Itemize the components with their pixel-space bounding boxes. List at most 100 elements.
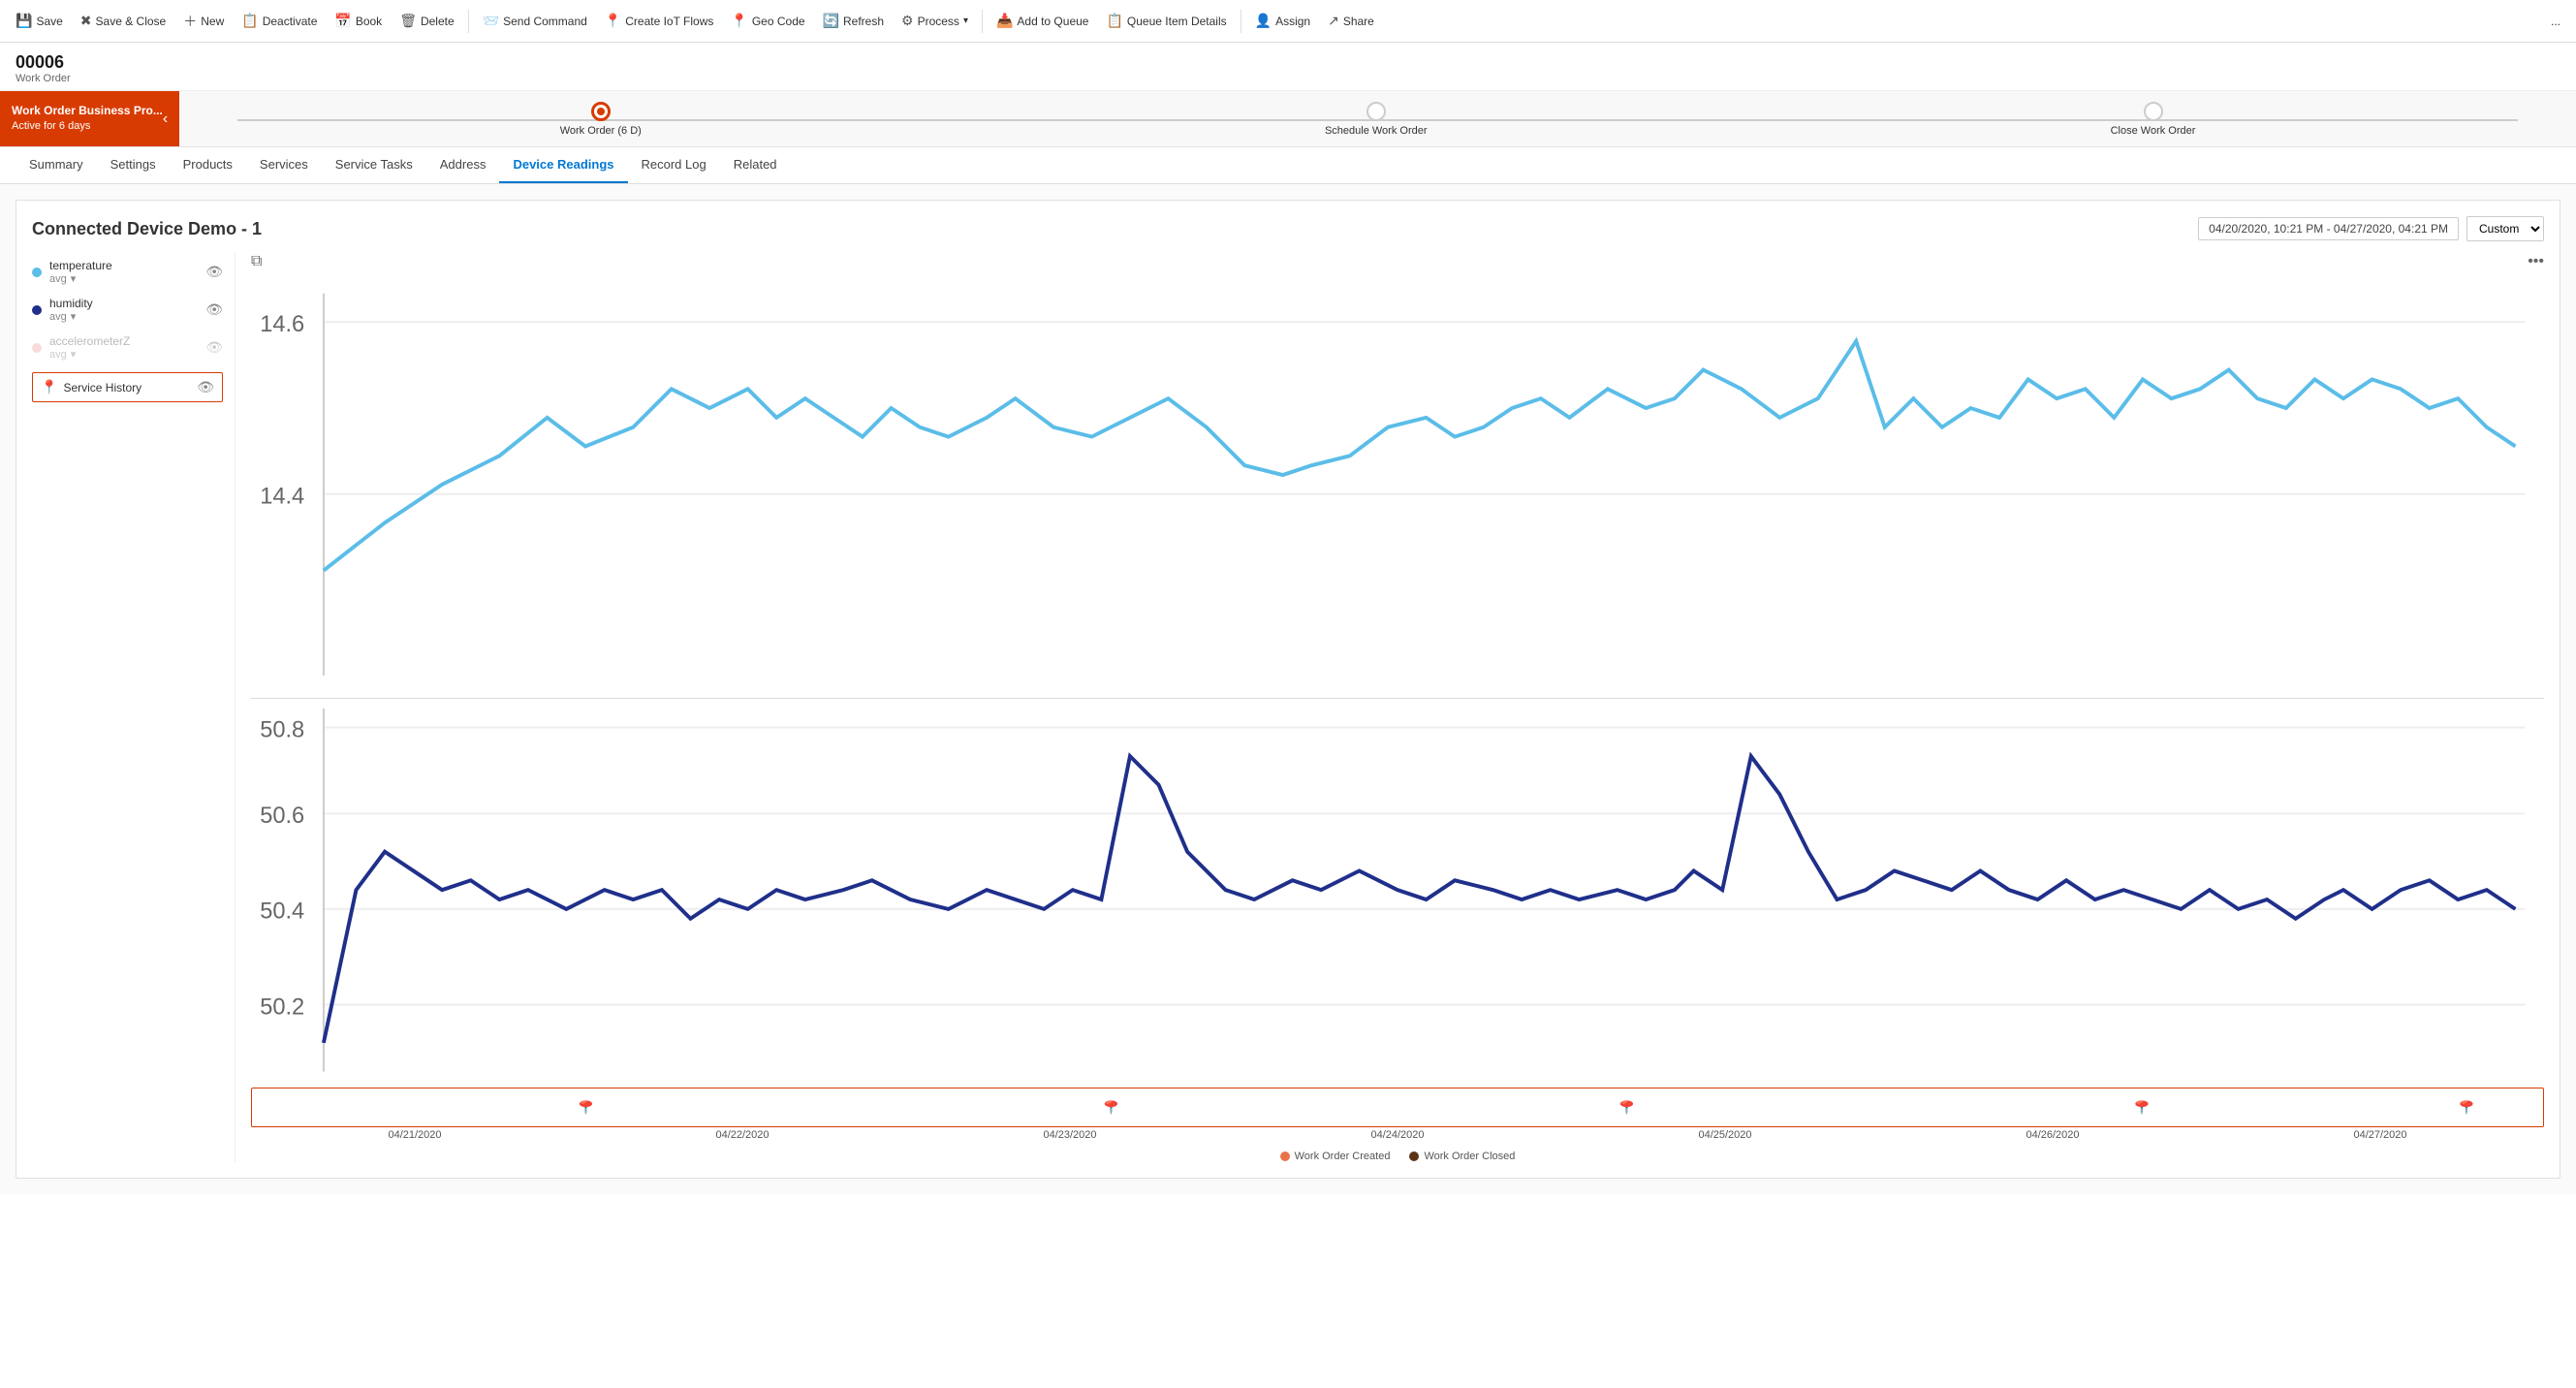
- accelerometerZ-chevron[interactable]: ▾: [71, 348, 77, 361]
- share-icon: ↗: [1328, 13, 1339, 29]
- geo-code-button[interactable]: 📍 Geo Code: [723, 9, 812, 33]
- book-icon: 📅: [334, 13, 351, 29]
- save-button[interactable]: 💾 Save: [8, 9, 71, 33]
- send-command-button[interactable]: 📨 Send Command: [475, 9, 595, 33]
- accelerometerZ-sub: avg ▾: [49, 348, 130, 361]
- tabs-bar: Summary Settings Products Services Servi…: [0, 147, 2576, 184]
- timeline-svg: 📍 📍 📍 📍 📍: [252, 1092, 2543, 1121]
- closed-dot: [1409, 1151, 1419, 1161]
- timeline-bar: 📍 📍 📍 📍 📍: [251, 1088, 2544, 1127]
- divider-2: [982, 10, 983, 33]
- toolbar: 💾 Save ✖ Save & Close ＋ New 📋 Deactivate…: [0, 0, 2576, 43]
- save-close-button[interactable]: ✖ Save & Close: [73, 9, 173, 33]
- record-type: Work Order: [16, 73, 2560, 84]
- tab-address[interactable]: Address: [426, 147, 500, 183]
- book-button[interactable]: 📅 Book: [327, 9, 390, 33]
- assign-button[interactable]: 👤 Assign: [1247, 9, 1318, 33]
- record-header: 00006 Work Order: [0, 43, 2576, 91]
- bpf-stage-1-label: Work Order (6 D): [560, 125, 642, 137]
- bpf-circle-3: [2144, 102, 2163, 121]
- humidity-chevron[interactable]: ▾: [71, 310, 77, 323]
- assign-icon: 👤: [1255, 13, 1272, 29]
- humidity-chart: 50.8 50.6 50.4 50.2: [251, 699, 2544, 1081]
- legend-temperature[interactable]: temperature avg ▾ 👁: [32, 253, 223, 291]
- temperature-chevron[interactable]: ▾: [71, 272, 77, 285]
- legend-work-order-closed: Work Order Closed: [1409, 1151, 1515, 1162]
- bpf-circle-1: [591, 102, 611, 121]
- add-to-queue-button[interactable]: 📥 Add to Queue: [989, 9, 1097, 33]
- bpf-circle-2: [1367, 102, 1386, 121]
- device-title: Connected Device Demo - 1: [32, 219, 262, 239]
- svg-text:50.4: 50.4: [260, 899, 304, 925]
- bpf-bar: Work Order Business Pro... Active for 6 …: [0, 91, 2576, 147]
- accelerometerZ-eye-icon[interactable]: 👁: [205, 339, 223, 356]
- tab-services[interactable]: Services: [246, 147, 322, 183]
- process-button[interactable]: ⚙ Process ▾: [894, 9, 976, 33]
- legend-accelerometerZ[interactable]: accelerometerZ avg ▾ 👁: [32, 329, 223, 366]
- accelerometerZ-agg: avg: [49, 349, 67, 361]
- create-iot-flows-button[interactable]: 📍 Create IoT Flows: [597, 9, 722, 33]
- chart-legend: temperature avg ▾ 👁 humi: [32, 253, 236, 1162]
- process-icon: ⚙: [901, 13, 914, 29]
- tab-device-readings[interactable]: Device Readings: [499, 147, 627, 183]
- bpf-stage-2[interactable]: Schedule Work Order: [1325, 102, 1428, 137]
- accelerometerZ-dot: [32, 343, 42, 353]
- temperature-chart: 14.6 14.4: [251, 274, 2544, 695]
- deactivate-button[interactable]: 📋 Deactivate: [234, 9, 325, 33]
- share-button[interactable]: ↗ Share: [1320, 9, 1382, 33]
- date-6: 04/26/2020: [2026, 1129, 2079, 1141]
- svg-text:📍: 📍: [1611, 1100, 1642, 1115]
- date-3: 04/23/2020: [1043, 1129, 1096, 1141]
- humidity-sub: avg ▾: [49, 310, 93, 323]
- bpf-stage-2-label: Schedule Work Order: [1325, 125, 1428, 137]
- date-2: 04/22/2020: [715, 1129, 769, 1141]
- svg-text:📍: 📍: [571, 1100, 602, 1115]
- tab-products[interactable]: Products: [170, 147, 246, 183]
- chart-bottom-legend: Work Order Created Work Order Closed: [251, 1151, 2544, 1162]
- service-history-eye-icon[interactable]: 👁: [197, 379, 214, 395]
- created-dot: [1280, 1151, 1290, 1161]
- more-button[interactable]: ...: [2543, 11, 2568, 32]
- refresh-button[interactable]: 🔄 Refresh: [815, 9, 892, 33]
- bpf-active-title: Work Order Business Pro...: [12, 103, 163, 119]
- queue-item-details-button[interactable]: 📋 Queue Item Details: [1098, 9, 1234, 33]
- tab-service-tasks[interactable]: Service Tasks: [322, 147, 426, 183]
- accelerometerZ-label: accelerometerZ: [49, 334, 130, 348]
- new-icon: ＋: [183, 12, 197, 31]
- legend-humidity[interactable]: humidity avg ▾ 👁: [32, 291, 223, 329]
- divider-1: [468, 10, 469, 33]
- timeline-dates: 04/21/2020 04/22/2020 04/23/2020 04/24/2…: [251, 1127, 2544, 1143]
- new-button[interactable]: ＋ New: [175, 8, 232, 35]
- bpf-collapse-button[interactable]: ‹: [163, 110, 168, 128]
- legend-humidity-left: humidity avg ▾: [32, 297, 93, 323]
- delete-button[interactable]: 🗑 Delete: [392, 9, 461, 33]
- chart-toolbar: ⧉ •••: [251, 253, 2544, 270]
- service-history-item[interactable]: 📍 Service History 👁: [32, 372, 223, 402]
- tab-settings[interactable]: Settings: [97, 147, 170, 183]
- bpf-stage-1[interactable]: Work Order (6 D): [560, 102, 642, 137]
- humidity-eye-icon[interactable]: 👁: [205, 301, 223, 318]
- date-4: 04/24/2020: [1370, 1129, 1424, 1141]
- tab-related[interactable]: Related: [720, 147, 791, 183]
- chart-area: ⧉ ••• 14.6 14.4: [236, 253, 2544, 1162]
- svg-text:50.8: 50.8: [260, 717, 304, 742]
- date-5: 04/25/2020: [1698, 1129, 1751, 1141]
- time-range-select[interactable]: Custom: [2466, 216, 2544, 241]
- send-command-icon: 📨: [483, 13, 499, 29]
- bpf-stage-3[interactable]: Close Work Order: [2111, 102, 2196, 137]
- service-pin-icon: 📍: [41, 379, 57, 395]
- bpf-stages: Work Order (6 D) Schedule Work Order Clo…: [179, 102, 2576, 137]
- add-queue-icon: 📥: [996, 13, 1013, 29]
- date-range-label: 04/20/2020, 10:21 PM - 04/27/2020, 04:21…: [2198, 217, 2459, 240]
- chart-more-icon[interactable]: •••: [2528, 253, 2544, 270]
- charts-wrapper: 14.6 14.4 50.8: [251, 274, 2544, 1143]
- temperature-eye-icon[interactable]: 👁: [205, 264, 223, 280]
- layers-icon[interactable]: ⧉: [251, 253, 262, 270]
- device-panel: Connected Device Demo - 1 04/20/2020, 10…: [16, 200, 2560, 1179]
- date-1: 04/21/2020: [388, 1129, 441, 1141]
- service-history-left: 📍 Service History: [41, 379, 141, 395]
- closed-label: Work Order Closed: [1424, 1151, 1515, 1162]
- temperature-label-group: temperature avg ▾: [49, 259, 112, 285]
- tab-record-log[interactable]: Record Log: [628, 147, 720, 183]
- tab-summary[interactable]: Summary: [16, 147, 97, 183]
